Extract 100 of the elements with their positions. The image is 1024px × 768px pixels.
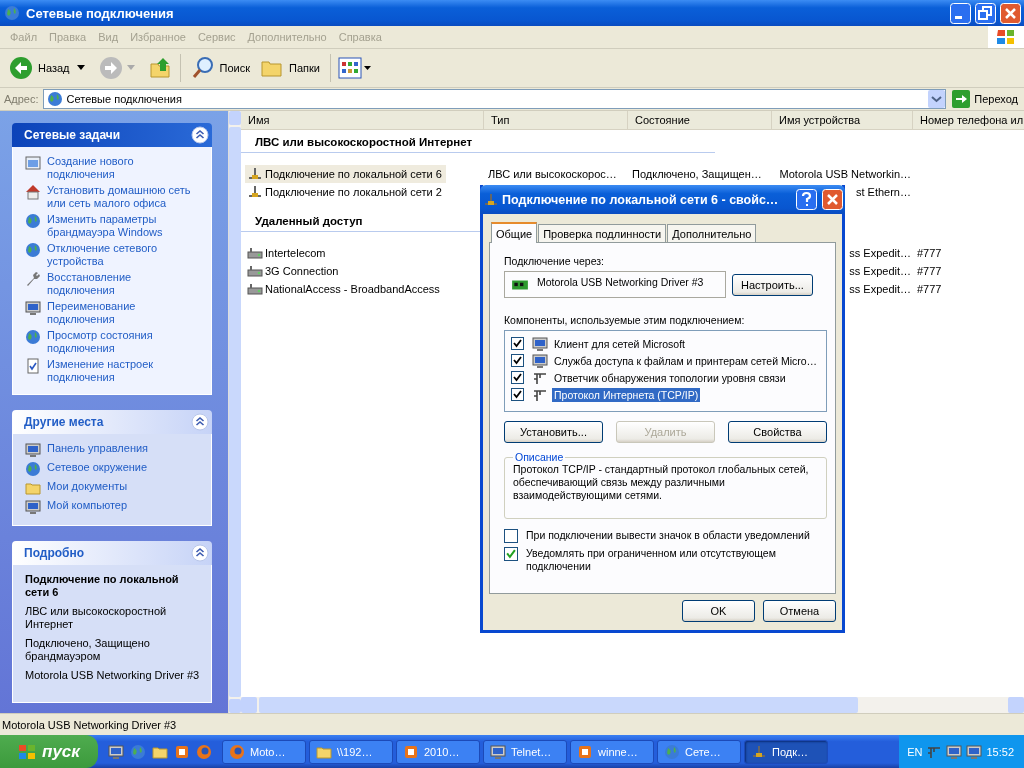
collapse-icon[interactable] — [191, 544, 209, 562]
table-cell: ss Expedit… — [849, 265, 911, 277]
collapse-icon[interactable] — [191, 126, 209, 144]
back-button[interactable]: Назад — [6, 54, 73, 82]
restore-icon[interactable] — [975, 2, 996, 24]
connection-name[interactable]: Подключение по локальной сети 6 — [245, 164, 446, 183]
action-button[interactable]: Установить... — [504, 421, 603, 443]
tab[interactable]: Проверка подлинности — [538, 224, 667, 242]
panel-title: Сетевые задачи — [24, 128, 121, 142]
app-icon — [577, 743, 593, 760]
taskbar-button[interactable]: Moto… — [222, 739, 306, 764]
checkbox[interactable] — [511, 354, 524, 367]
clock: 15:52 — [986, 745, 1014, 758]
table-cell: #777 — [917, 283, 942, 295]
component-item[interactable]: Клиент для сетей Microsoft — [552, 336, 687, 351]
panel-header[interactable]: Другие места — [12, 410, 212, 434]
table-cell: st Ethern… — [855, 186, 911, 198]
checkbox[interactable] — [511, 337, 524, 350]
task-link[interactable]: Изменить параметры брандмауэра Windows — [47, 213, 201, 239]
taskbar-button[interactable]: Telnet… — [483, 739, 567, 764]
checkbox[interactable] — [511, 371, 524, 384]
dialog-button[interactable]: OK — [682, 600, 755, 622]
help-icon[interactable] — [796, 189, 817, 210]
plug-icon — [247, 165, 263, 182]
search-icon — [190, 56, 215, 80]
caret-icon[interactable] — [76, 65, 85, 71]
globe-icon — [25, 461, 41, 477]
view-grid-icon[interactable] — [337, 56, 372, 80]
task-link[interactable]: Установить домашнюю сеть или сеть малого офиса — [47, 184, 201, 210]
address-field[interactable]: Сетевые подключения — [42, 89, 947, 109]
panel-header[interactable]: Подробно — [12, 541, 212, 565]
plug-icon — [751, 743, 767, 760]
globe-icon — [46, 91, 63, 107]
task-link[interactable]: Мои документы — [47, 480, 128, 493]
taskbar-button[interactable]: Сете… — [657, 739, 741, 764]
minimize-icon[interactable] — [950, 2, 971, 24]
components-label: Компоненты, используемые этим подключением: — [504, 314, 746, 326]
task-link[interactable]: Изменение настроек подключения — [47, 358, 201, 384]
column-header[interactable]: Тип — [484, 111, 628, 129]
tab[interactable]: Дополнительно — [667, 224, 757, 242]
details-heading: Подключение по локальной сети 6 — [25, 573, 180, 599]
checkbox[interactable] — [504, 529, 518, 543]
connection-name[interactable]: 3G Connection — [245, 261, 343, 280]
task-link[interactable]: Восстановление подключения — [47, 271, 201, 297]
task-link[interactable]: Просмотр состояния подключения — [47, 329, 201, 355]
taskbar-button[interactable]: Подк… — [744, 739, 828, 764]
go-button[interactable]: Переход — [950, 90, 1020, 108]
column-header[interactable]: Номер телефона ил — [913, 111, 1024, 129]
component-item[interactable]: Ответчик обнаружения топологии уровня связи — [552, 370, 788, 385]
computer-icon — [966, 743, 983, 760]
monitor-icon — [946, 743, 963, 760]
task-link[interactable]: Панель управления — [47, 442, 149, 455]
computer-icon — [532, 352, 548, 369]
table-cell: ss Expedit… — [849, 283, 911, 295]
close-icon[interactable] — [822, 189, 843, 210]
monitor-icon — [25, 300, 41, 316]
option-label: При подключении вывести значок в области уведомлений — [526, 529, 810, 542]
windows-flag-icon — [18, 742, 37, 761]
folders-button[interactable]: Папки — [257, 54, 323, 82]
task-link[interactable]: Мой компьютер — [47, 499, 128, 512]
globe-icon — [4, 5, 20, 21]
language-indicator[interactable]: EN — [907, 745, 923, 758]
taskbar-button[interactable]: winne… — [570, 739, 654, 764]
scrollbar[interactable] — [228, 111, 241, 713]
task-link[interactable]: Создание нового подключения — [47, 155, 201, 181]
close-icon[interactable] — [1000, 2, 1021, 24]
action-button[interactable]: Свойства — [728, 421, 827, 443]
window-title: Сетевые подключения — [26, 5, 174, 21]
component-item[interactable]: Протокол Интернета (TCP/IP) — [552, 387, 701, 402]
connection-name[interactable]: NationalAccess - BroadbandAccess — [245, 279, 444, 298]
globe-icon — [25, 213, 41, 229]
folder-up-icon[interactable] — [148, 56, 173, 80]
option-label: Уведомлять при ограниченном или отсутствующем подключении — [526, 547, 777, 573]
connection-name[interactable]: Intertelecom — [245, 243, 330, 262]
column-header[interactable]: Состояние — [628, 111, 772, 129]
connect-label: Подключение через: — [504, 255, 605, 267]
collapse-icon[interactable] — [191, 413, 209, 431]
search-button[interactable]: Поиск — [187, 54, 253, 82]
tab[interactable]: Общие — [491, 222, 538, 243]
checkbox[interactable] — [504, 547, 518, 561]
task-link[interactable]: Отключение сетевого устройства — [47, 242, 201, 268]
address-label: Адрес: — [4, 93, 39, 105]
dropdown-icon[interactable] — [928, 90, 946, 108]
dialog-button[interactable]: Отмена — [763, 600, 836, 622]
details-text: Motorola USB Networking Driver #3 — [25, 669, 201, 682]
task-link[interactable]: Переименование подключения — [47, 300, 201, 326]
taskbar-button[interactable]: 2010… — [396, 739, 480, 764]
column-header[interactable]: Имя устройства — [772, 111, 913, 129]
component-item[interactable]: Служба доступа к файлам и принтерам сетей Micro… — [552, 353, 820, 368]
configure-button[interactable]: Настроить... — [732, 273, 813, 296]
details-text: Подключено, Защищено брандмауэром — [25, 637, 151, 663]
column-header[interactable]: Имя — [241, 111, 484, 129]
connection-name[interactable]: Подключение по локальной сети 2 — [245, 182, 446, 201]
start-button[interactable]: пуск — [0, 735, 98, 768]
taskbar-button[interactable]: \\192… — [309, 739, 393, 764]
task-link[interactable]: Сетевое окружение — [47, 461, 148, 474]
panel-header[interactable]: Сетевые задачи — [12, 123, 212, 147]
table-cell: #777 — [917, 265, 942, 277]
checkbox[interactable] — [511, 388, 524, 401]
scrollbar[interactable] — [241, 697, 1024, 713]
